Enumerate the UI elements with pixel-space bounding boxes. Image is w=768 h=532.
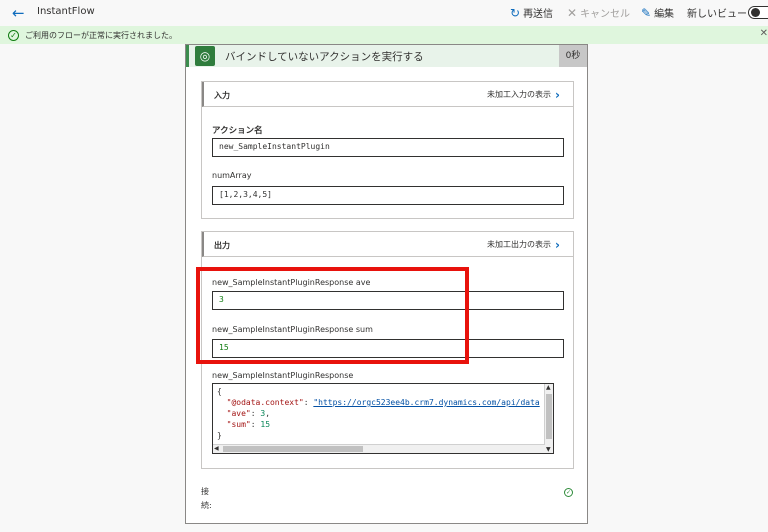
- output-section-header: 出力 未加工出力の表示 ›: [202, 232, 573, 257]
- dataverse-icon: ◎: [195, 46, 215, 66]
- new-view-label: 新しいビュー: [687, 9, 747, 20]
- action-title: バインドしていないアクションを実行する: [225, 51, 424, 63]
- close-icon: ✕: [567, 5, 578, 20]
- horizontal-scroll-thumb[interactable]: [223, 446, 363, 452]
- back-arrow-icon[interactable]: ←: [12, 5, 25, 21]
- action-name-label: アクション名: [212, 126, 263, 136]
- input-section: 入力 未加工入力の表示 › アクション名 new_SampleInstantPl…: [201, 81, 574, 219]
- app-title: InstantFlow: [37, 6, 95, 17]
- show-raw-inputs-link[interactable]: 未加工入力の表示 ›: [487, 87, 560, 102]
- json-key-sum: "sum": [226, 420, 251, 429]
- numarray-label: numArray: [212, 171, 252, 180]
- success-banner: ✓ ご利用のフローが正常に実行されました。 ✕: [0, 26, 768, 44]
- json-value-context[interactable]: "https://orgc523ee4b.crm7.dynamics.com/a…: [313, 398, 539, 407]
- pencil-icon: ✎: [641, 5, 652, 20]
- response-json-viewer[interactable]: { "@odata.context": "https://orgc523ee4b…: [212, 383, 554, 454]
- resend-label: 再送信: [523, 9, 554, 20]
- new-view-toggle-label: 新しいビュー: [687, 5, 747, 20]
- resend-button[interactable]: ↻ 再送信: [510, 5, 554, 21]
- json-close-brace: }: [217, 431, 222, 440]
- refresh-icon: ↻: [510, 5, 521, 20]
- json-content: { "@odata.context": "https://orgc523ee4b…: [217, 387, 540, 440]
- action-name-field: new_SampleInstantPlugin: [212, 138, 564, 157]
- vertical-scrollbar[interactable]: ▲ ▼: [544, 384, 553, 453]
- json-key-context: "@odata.context": [226, 398, 304, 407]
- toggle-knob: [751, 8, 760, 17]
- json-key-ave: "ave": [226, 409, 251, 418]
- connection-label: 接続:: [201, 487, 212, 510]
- json-value-sum: 15: [260, 420, 271, 429]
- connection-ok-icon: ✓: [564, 488, 573, 497]
- json-open-brace: {: [217, 387, 222, 396]
- show-raw-outputs-label: 未加工出力の表示: [487, 240, 552, 249]
- action-card-header[interactable]: ◎ バインドしていないアクションを実行する 0秒: [186, 45, 587, 67]
- numarray-field: [1,2,3,4,5]: [212, 186, 564, 205]
- edit-button[interactable]: ✎ 編集: [641, 5, 675, 21]
- cancel-button[interactable]: ✕ キャンセル: [567, 5, 631, 21]
- output-section-title: 出力: [214, 241, 230, 250]
- edit-label: 編集: [654, 9, 675, 20]
- highlight-annotation: [196, 267, 469, 364]
- scroll-down-icon[interactable]: ▼: [546, 446, 551, 453]
- scroll-up-icon[interactable]: ▲: [546, 384, 551, 391]
- chevron-right-icon: ›: [555, 87, 560, 102]
- chevron-right-icon: ›: [555, 237, 560, 252]
- horizontal-scrollbar[interactable]: ◀: [213, 444, 545, 453]
- dismiss-icon[interactable]: ✕: [760, 28, 768, 39]
- success-message: ご利用のフローが正常に実行されました。: [25, 30, 177, 40]
- vertical-scroll-thumb[interactable]: [546, 394, 552, 439]
- new-view-toggle[interactable]: [748, 6, 768, 19]
- input-section-header: 入力 未加工入力の表示 ›: [202, 82, 573, 107]
- check-circle-icon: ✓: [8, 29, 19, 41]
- cancel-label: キャンセル: [580, 9, 631, 20]
- duration-badge: 0秒: [559, 45, 587, 67]
- show-raw-inputs-label: 未加工入力の表示: [487, 90, 552, 99]
- json-value-ave: 3: [260, 409, 266, 418]
- input-section-title: 入力: [214, 91, 230, 100]
- scroll-left-icon[interactable]: ◀: [214, 445, 219, 452]
- command-bar: ← InstantFlow ↻ 再送信 ✕ キャンセル ✎ 編集 新しいビュー: [0, 0, 768, 26]
- response-label: new_SampleInstantPluginResponse: [212, 371, 354, 380]
- show-raw-outputs-link[interactable]: 未加工出力の表示 ›: [487, 237, 560, 252]
